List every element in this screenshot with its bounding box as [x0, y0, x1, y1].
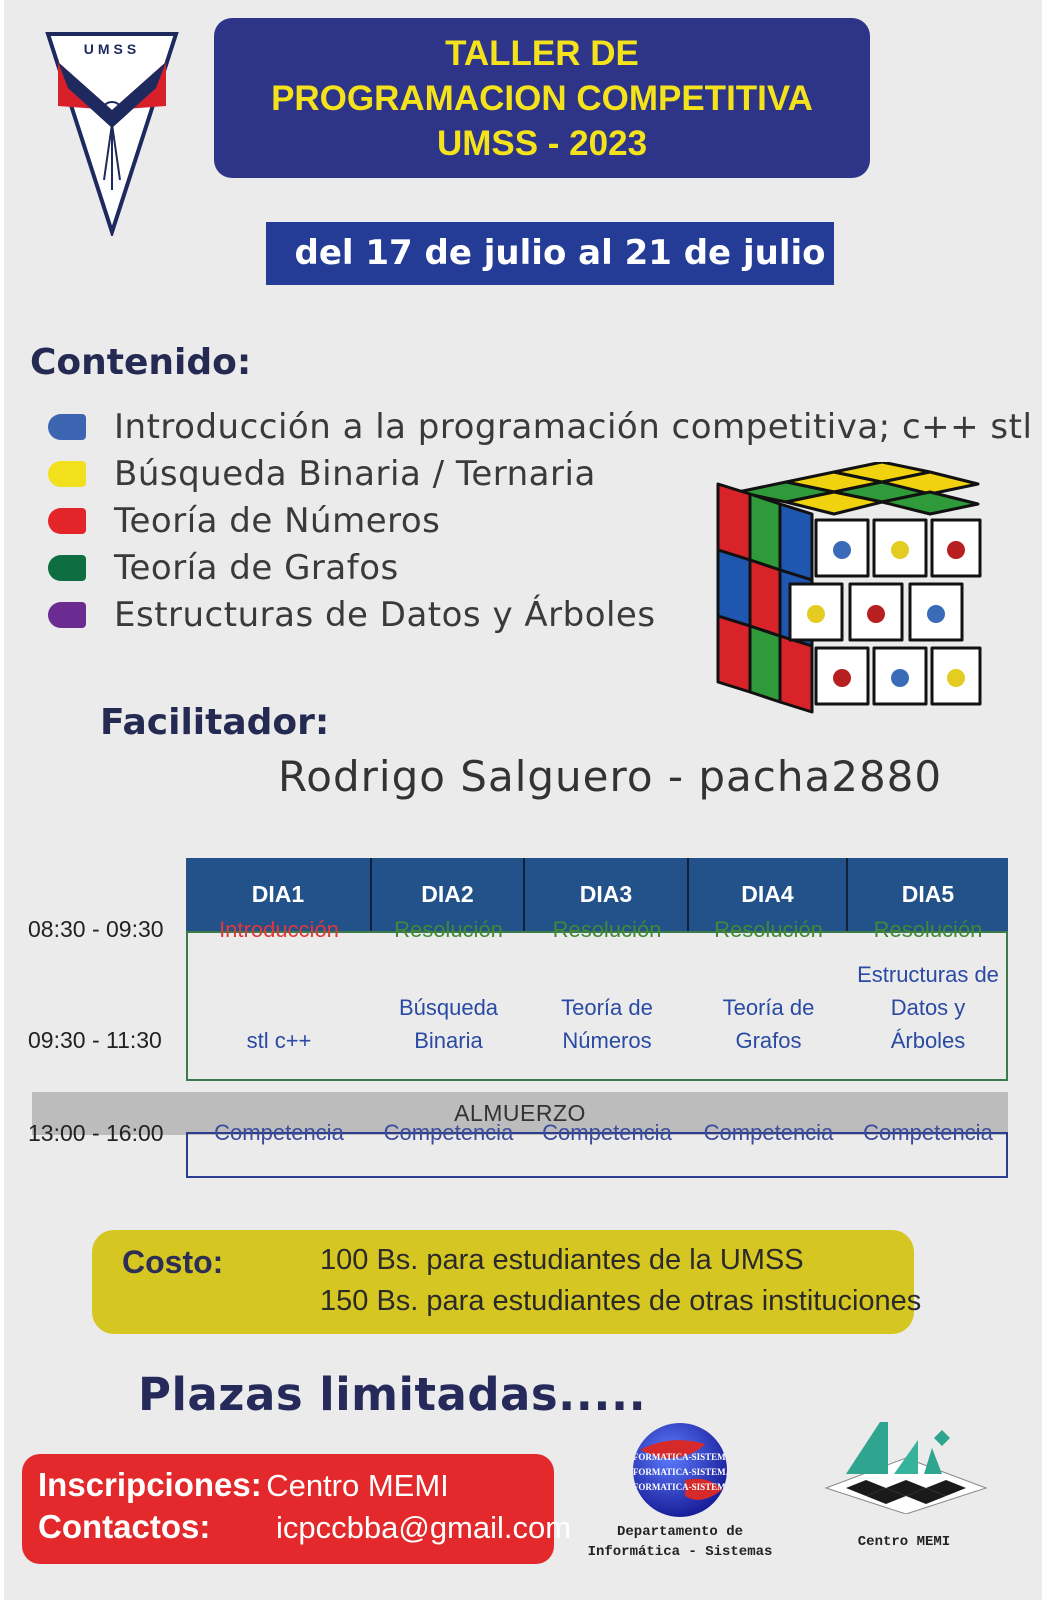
rubik-cube-illustration: [716, 462, 982, 714]
schedule-cell: Competencia: [703, 1120, 834, 1145]
globe-text: INFORMATICA-SISTEMAS: [630, 1467, 730, 1477]
schedule-cell: Teoría de: [722, 995, 815, 1020]
logo-text: UMSS: [84, 41, 140, 57]
contactos-label: Contactos:: [38, 1508, 211, 1545]
schedule-cell: Competencia: [214, 1120, 344, 1145]
contactos-row: Contactos: icpccbba@gmail.com: [38, 1508, 571, 1546]
schedule-cell: Introducción: [219, 917, 339, 942]
topic-label: Búsqueda Binaria / Ternaria: [114, 453, 596, 494]
facilitador-heading: Facilitador:: [100, 702, 330, 743]
schedule-cell: Datos y: [890, 995, 966, 1020]
globe-icon: INFORMATICA-SISTEMAS INFORMATICA-SISTEMA…: [630, 1423, 730, 1517]
schedule-cell: Resolución: [394, 917, 503, 942]
schedule-cell: Resolución: [714, 917, 823, 942]
cost-line: 100 Bs. para estudiantes de la UMSS: [320, 1244, 804, 1276]
dept-caption-line: Informática - Sistemas: [587, 1544, 773, 1560]
inscripciones-label: Inscripciones:: [38, 1466, 262, 1503]
schedule-cell: Competencia: [542, 1120, 672, 1145]
schedule-cell: Resolución: [873, 917, 983, 942]
inscripciones-row: Inscripciones: Centro MEMI: [38, 1466, 449, 1504]
topic-bullet: [48, 554, 86, 581]
schedule-cell: Grafos: [735, 1028, 802, 1053]
schedule-cell: Resolución: [552, 917, 662, 942]
schedule-cell: Búsqueda: [398, 995, 499, 1020]
schedule-cell: Números: [562, 1028, 652, 1053]
schedule-cell: Teoría de: [561, 995, 653, 1020]
topic-label: Teoría de Números: [114, 500, 441, 541]
contact-panel: Inscripciones: Centro MEMI Contactos: ic…: [22, 1454, 571, 1564]
globe-text: INFORMATICA-SISTEMAS: [630, 1452, 730, 1462]
topic-bullet: [48, 601, 86, 628]
topic-label: Introducción a la programación competiti…: [114, 406, 1033, 447]
inscripciones-value: Centro MEMI: [266, 1468, 449, 1503]
globe-text: INFORMATICA-SISTEMAS: [630, 1482, 730, 1492]
schedule-cell: stl c++: [246, 1028, 312, 1053]
memi-logo: [824, 1422, 988, 1514]
topic-label: Estructuras de Datos y Árboles: [114, 594, 656, 635]
contact-email: icpccbba@gmail.com: [276, 1510, 572, 1545]
title-line: UMSS - 2023: [436, 123, 648, 163]
memi-caption: Centro MEMI: [857, 1534, 951, 1550]
poster: UMSS TALLER DE PROGRAMACION COMPETITIVA …: [4, 0, 1042, 1600]
plazas-notice: Plazas limitadas.....: [138, 1368, 647, 1421]
time-label: 09:30 - 11:30: [28, 1027, 162, 1053]
dept-caption: Departamento de Informática - Sistemas: [564, 1522, 796, 1562]
time-label: 13:00 - 16:00: [28, 1120, 164, 1146]
cost-line: 150 Bs. para estudiantes de otras instit…: [320, 1285, 922, 1317]
schedule-cell: Binaria: [414, 1028, 483, 1053]
schedule-cell: Competencia: [863, 1120, 993, 1145]
title-line: PROGRAMACION COMPETITIVA: [271, 78, 813, 118]
topic-bullet: [48, 507, 86, 534]
contenido-heading: Contenido:: [30, 342, 252, 383]
title-banner: TALLER DE PROGRAMACION COMPETITIVA UMSS …: [214, 18, 870, 178]
title-line: TALLER DE: [445, 33, 639, 73]
time-label: 08:30 - 09:30: [28, 916, 164, 942]
schedule-cell: Árboles: [890, 1028, 966, 1053]
schedule-cell: Competencia: [383, 1120, 514, 1145]
topic-label: Teoría de Grafos: [114, 547, 399, 588]
topic-bullet: [48, 460, 86, 487]
umss-logo: UMSS: [45, 32, 179, 236]
cost-panel: Costo: 100 Bs. para estudiantes de la UM…: [92, 1230, 921, 1334]
list-item: Introducción a la programación competiti…: [48, 403, 1032, 450]
schedule-table: DIA1 DIA2 DIA3 DIA4 DIA5 08:30 - 09:30 0…: [28, 858, 1018, 1188]
cost-label: Costo:: [122, 1244, 224, 1280]
schedule-cell: Estructuras de: [857, 962, 999, 987]
topic-bullet: [48, 413, 86, 440]
dept-caption-line: Departamento de: [616, 1524, 744, 1540]
facilitador-name: Rodrigo Salguero - pacha2880: [278, 752, 943, 801]
date-banner: del 17 de julio al 21 de julio: [266, 222, 834, 285]
